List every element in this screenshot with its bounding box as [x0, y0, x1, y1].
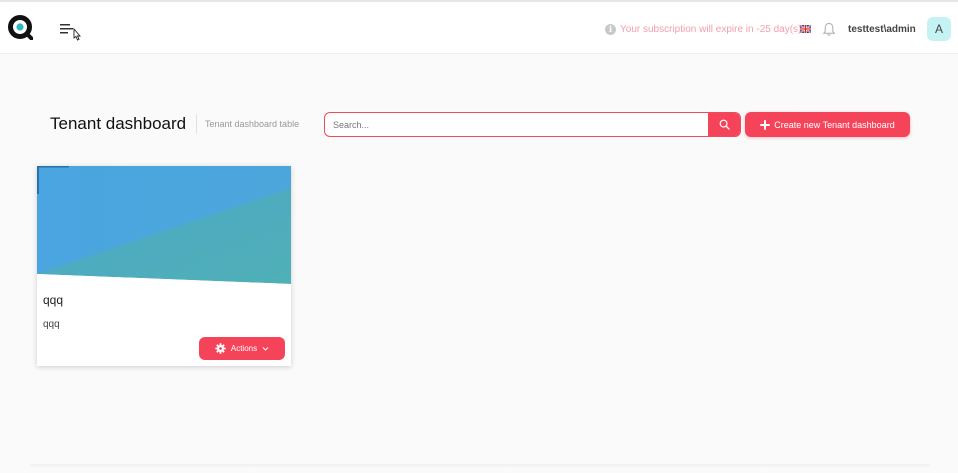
create-tenant-dashboard-button[interactable]: Create new Tenant dashboard	[745, 112, 910, 137]
gear-icon	[215, 343, 226, 354]
card-thumbnail	[37, 166, 291, 286]
avatar[interactable]: A	[927, 17, 951, 41]
page-title: Tenant dashboard	[50, 114, 187, 133]
username-label[interactable]: testtest\admin	[848, 24, 916, 35]
search-button[interactable]	[708, 113, 740, 136]
bell-icon[interactable]	[822, 22, 836, 37]
create-button-label: Create new Tenant dashboard	[774, 119, 895, 130]
footer-divider	[30, 464, 930, 468]
card-actions-button[interactable]: Actions	[199, 337, 285, 360]
plus-icon	[760, 119, 771, 130]
card-description: qqq	[43, 319, 60, 330]
hamburger-menu-icon[interactable]	[58, 20, 84, 44]
search-box	[324, 112, 741, 137]
search-icon	[719, 119, 730, 130]
dashboard-card[interactable]: qqq qqq Actions	[37, 166, 291, 366]
search-input[interactable]	[325, 113, 710, 136]
top-bar: i Your subscription will expire in -25 d…	[0, 0, 958, 54]
info-icon: i	[605, 23, 616, 35]
chevron-down-icon	[262, 347, 269, 351]
actions-button-label: Actions	[230, 344, 258, 353]
card-title: qqq	[43, 293, 64, 307]
uk-flag-icon[interactable]	[800, 25, 811, 33]
subscription-notice-text: Your subscription will expire in -25 day…	[620, 23, 802, 35]
title-divider	[196, 114, 197, 134]
page-subtitle: Tenant dashboard table	[205, 119, 300, 129]
app-logo-icon[interactable]	[7, 14, 33, 40]
subscription-notice: i Your subscription will expire in -25 d…	[605, 22, 801, 36]
